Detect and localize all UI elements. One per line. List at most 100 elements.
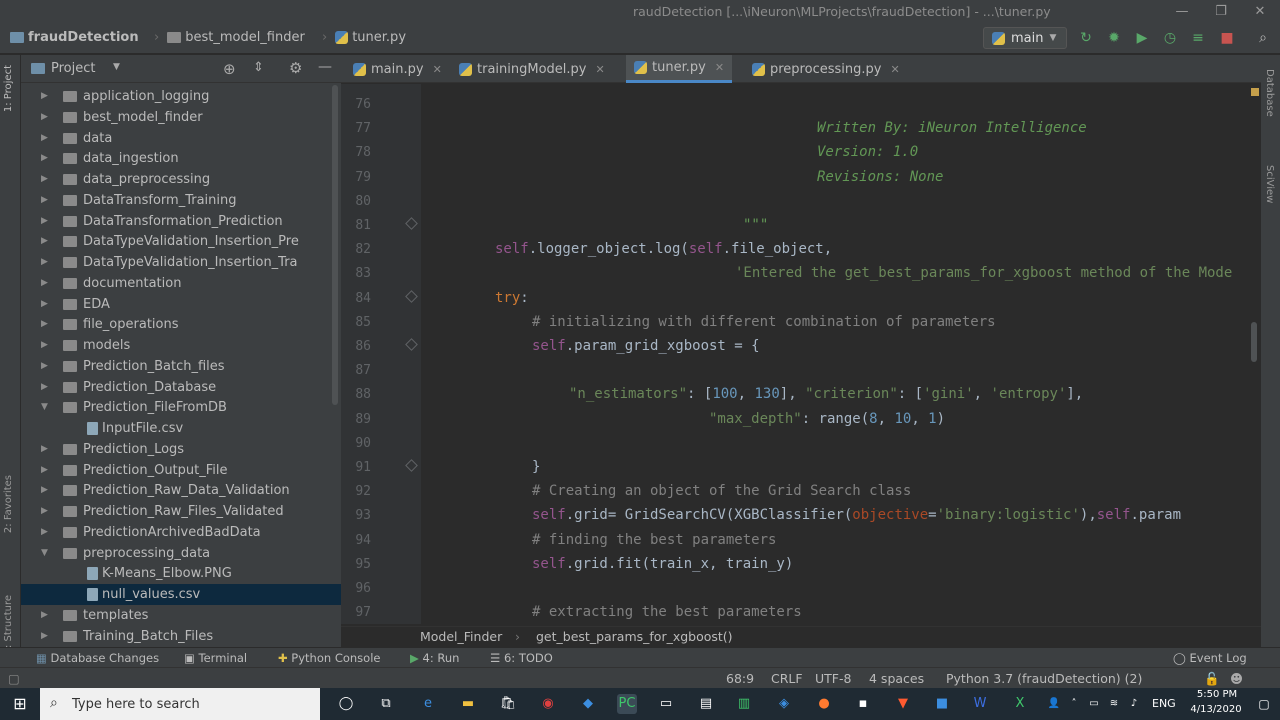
warning-marker-icon[interactable] [1251, 88, 1259, 96]
minimize-icon[interactable]: — [1167, 3, 1197, 21]
collapsed-arrow-icon[interactable]: ▶ [41, 439, 48, 460]
code-line[interactable]: self.logger_object.log(self.file_object, [495, 241, 832, 257]
collapsed-arrow-icon[interactable]: ▶ [41, 314, 48, 335]
lock-icon[interactable]: 🔓 [1204, 671, 1220, 687]
spreadsheet-icon[interactable]: ▥ [734, 694, 754, 714]
close-icon[interactable]: ✕ [715, 61, 724, 74]
zoom-icon[interactable]: ■ [932, 694, 952, 714]
task-view-icon[interactable]: ⧉ [376, 694, 396, 714]
run-config-selector[interactable]: main ▼ [983, 27, 1067, 49]
code-line[interactable]: Written By: iNeuron Intelligence [817, 120, 1087, 136]
excel-icon[interactable]: X [1010, 694, 1030, 714]
tree-folder[interactable]: ▶ PredictionArchivedBadData [21, 522, 341, 543]
project-title[interactable]: Project [51, 61, 95, 76]
store-icon[interactable]: 🛍 [498, 694, 518, 714]
tree-file[interactable]: K-Means_Elbow.PNG [21, 563, 341, 584]
edge-icon[interactable]: e [418, 694, 438, 714]
tool-terminal[interactable]: ▣ Terminal [184, 651, 247, 665]
fold-marker-icon[interactable] [405, 289, 418, 303]
tree-folder[interactable]: ▶ DataTypeValidation_Insertion_Tra [21, 252, 341, 273]
collapsed-arrow-icon[interactable]: ▶ [41, 356, 48, 377]
collapsed-arrow-icon[interactable]: ▶ [41, 86, 48, 107]
tree-folder[interactable]: ▶ best_model_finder [21, 107, 341, 128]
gear-icon[interactable]: ⚙ [289, 59, 302, 77]
collapsed-arrow-icon[interactable]: ▶ [41, 294, 48, 315]
tool-event-log[interactable]: ◯ Event Log [1173, 651, 1247, 665]
tray-chevron-icon[interactable]: ˄ [1064, 694, 1084, 714]
code-line[interactable]: # finding the best parameters [532, 532, 776, 548]
tree-folder[interactable]: ▶ models [21, 335, 341, 356]
tree-folder[interactable]: ▶ Training_Batch_Files [21, 626, 341, 647]
tool-sciview-label[interactable]: SciView [1264, 165, 1275, 203]
collapsed-arrow-icon[interactable]: ▶ [41, 107, 48, 128]
tool-structure-label[interactable]: 7: Structure [3, 595, 14, 654]
collapsed-arrow-icon[interactable]: ▶ [41, 273, 48, 294]
code-line[interactable]: "n_estimators": [100, 130], "criterion":… [569, 386, 1083, 402]
expanded-arrow-icon[interactable]: ▼ [41, 543, 48, 564]
clock-date[interactable]: 4/13/2020 [1186, 704, 1246, 715]
tree-folder[interactable]: ▶ file_operations [21, 314, 341, 335]
tool-project-label[interactable]: 1: Project [3, 65, 14, 112]
tree-file[interactable]: null_values.csv [21, 584, 341, 605]
fold-marker-icon[interactable] [405, 459, 418, 472]
vscode-icon[interactable]: ◆ [578, 694, 598, 714]
search-icon[interactable]: ⌕ [1255, 30, 1271, 46]
code-line[interactable]: } [532, 459, 540, 475]
code-line[interactable]: # Creating an object of the Grid Search … [532, 483, 911, 499]
tree-folder[interactable]: ▶ documentation [21, 273, 341, 294]
code-line[interactable]: Revisions: None [817, 169, 943, 185]
tool-todo[interactable]: ☰ 6: TODO [490, 651, 553, 665]
project-scrollbar[interactable] [332, 85, 338, 405]
windows-start-icon[interactable]: ⊞ [10, 694, 30, 714]
tree-folder[interactable]: ▶ data_preprocessing [21, 169, 341, 190]
close-icon[interactable]: ✕ [890, 63, 899, 76]
stop-icon[interactable]: ■ [1219, 30, 1235, 46]
tree-folder[interactable]: ▶ DataTypeValidation_Insertion_Pre [21, 231, 341, 252]
collapsed-arrow-icon[interactable]: ▶ [41, 522, 48, 543]
collapsed-arrow-icon[interactable]: ▶ [41, 480, 48, 501]
tree-folder[interactable]: ▶ data_ingestion [21, 148, 341, 169]
nav-crumb-folder[interactable]: › best_model_finder [150, 30, 305, 45]
close-icon[interactable]: ✕ [433, 63, 442, 76]
collapsed-arrow-icon[interactable]: ▶ [41, 169, 48, 190]
hide-icon[interactable]: — [318, 59, 332, 75]
coverage-icon[interactable]: ▶ [1134, 30, 1150, 46]
profile-icon[interactable]: ◷ [1162, 30, 1178, 46]
tree-folder[interactable]: ▶ DataTransformation_Prediction [21, 211, 341, 232]
tool-database-label[interactable]: Database [1264, 69, 1275, 117]
tree-folder[interactable]: ▼ Prediction_FileFromDB [21, 397, 341, 418]
code-editor[interactable]: Written By: iNeuron Intelligence Version:… [421, 84, 1251, 624]
tree-folder[interactable]: ▶ EDA [21, 294, 341, 315]
tree-file[interactable]: InputFile.csv [21, 418, 341, 439]
tree-folder[interactable]: ▶ data [21, 128, 341, 149]
tab-training-model-py[interactable]: trainingModel.py ✕ [451, 55, 613, 83]
breadcrumb-method[interactable]: get_best_params_for_xgboost() [536, 629, 733, 644]
console-icon[interactable]: ▪ [853, 694, 873, 714]
tab-tuner-py[interactable]: tuner.py ✕ [626, 55, 733, 83]
collapsed-arrow-icon[interactable]: ▶ [41, 377, 48, 398]
tool-favorites-label[interactable]: 2: Favorites [3, 475, 14, 533]
tree-folder[interactable]: ▶ templates [21, 605, 341, 626]
clock-time[interactable]: 5:50 PM [1192, 689, 1242, 700]
pycharm-icon[interactable]: PC [617, 694, 637, 714]
rerun-icon[interactable]: ↻ [1078, 30, 1094, 46]
tree-folder[interactable]: ▶ application_logging [21, 86, 341, 107]
code-line[interactable]: # initializing with different combinatio… [532, 314, 996, 330]
indent-setting[interactable]: 4 spaces [869, 671, 924, 686]
code-line[interactable]: self.param_grid_xgboost = { [532, 338, 760, 354]
word-icon[interactable]: W [970, 694, 990, 714]
code-line[interactable]: Version: 1.0 [817, 144, 918, 160]
collapsed-arrow-icon[interactable]: ▶ [41, 501, 48, 522]
breadcrumb-class[interactable]: Model_Finder [420, 629, 502, 644]
tree-folder[interactable]: ▼ preprocessing_data [21, 543, 341, 564]
collapsed-arrow-icon[interactable]: ▶ [41, 626, 48, 647]
collapsed-arrow-icon[interactable]: ▶ [41, 252, 48, 273]
file-explorer-icon[interactable]: ▬ [458, 694, 478, 714]
tool-python-console[interactable]: ✚ Python Console [278, 651, 380, 665]
line-separator[interactable]: CRLF [771, 671, 803, 686]
code-line[interactable]: # extracting the best parameters [532, 604, 802, 620]
tree-folder[interactable]: ▶ DataTransform_Training [21, 190, 341, 211]
fold-marker-icon[interactable] [405, 217, 418, 230]
collapsed-arrow-icon[interactable]: ▶ [41, 128, 48, 149]
code-line[interactable]: self.grid.fit(train_x, train_y) [532, 556, 793, 572]
